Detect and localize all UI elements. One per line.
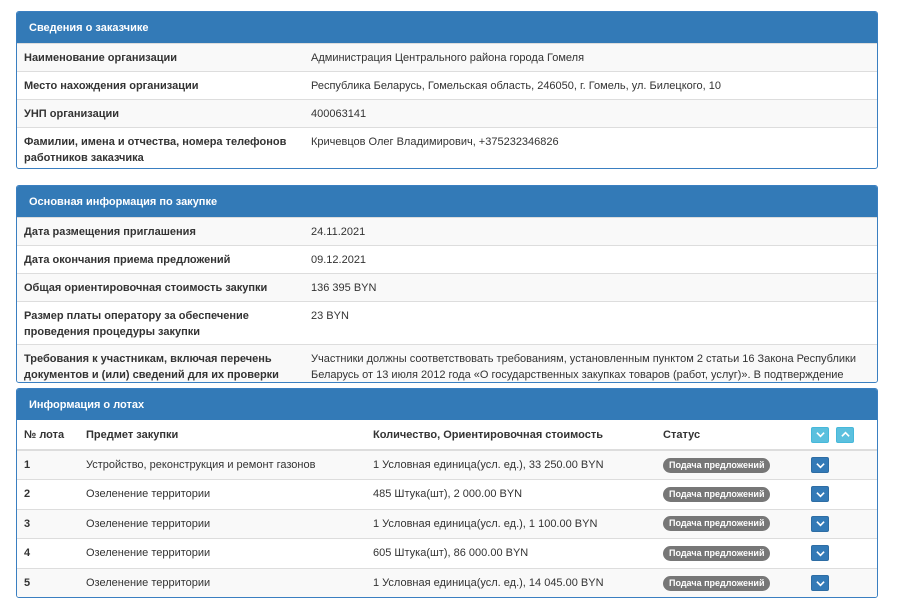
customer-row-name: Наименование организации Администрация Ц…	[17, 43, 877, 71]
chevron-down-icon	[815, 432, 825, 438]
chevron-down-icon	[815, 550, 825, 557]
lot-quantity-cost: 1 Условная единица(усл. ед.), 14 045.00 …	[366, 567, 656, 597]
customer-info-list: Наименование организации Администрация Ц…	[17, 43, 877, 168]
lots-table: № лота Предмет закупки Количество, Ориен…	[17, 420, 877, 597]
chevron-up-icon	[840, 431, 850, 437]
lot-subject: Озеленение территории	[79, 508, 366, 539]
collapse-all-button[interactable]	[836, 426, 854, 443]
lot-subject: Устройство, реконструкция и ремонт газон…	[79, 449, 366, 480]
purchase-row-requirements: Требования к участникам, включая перечен…	[17, 344, 877, 382]
row-value: Участники должны соответствовать требова…	[311, 353, 856, 381]
row-label: Наименование организации	[24, 52, 178, 64]
lot-actions	[804, 508, 877, 539]
purchase-row-operator-fee: Размер платы оператору за обеспечение пр…	[17, 301, 877, 344]
purchase-row-deadline: Дата окончания приема предложений 09.12.…	[17, 245, 877, 273]
row-value: Республика Беларусь, Гомельская область,…	[311, 80, 721, 92]
row-label: Общая ориентировочная стоимость закупки	[24, 282, 268, 294]
expand-lot-button[interactable]	[811, 515, 829, 532]
lots-table-header: № лота Предмет закупки Количество, Ориен…	[17, 420, 877, 451]
lot-quantity-cost: 1 Условная единица(усл. ед.), 1 100.00 B…	[366, 508, 656, 539]
row-label: Требования к участникам, включая перечен…	[24, 353, 279, 381]
purchase-panel-title: Основная информация по закупке	[17, 186, 877, 217]
lot-subject: Озеленение территории	[79, 567, 366, 597]
lot-status-cell: Подача предложений	[656, 538, 804, 568]
row-value: 24.11.2021	[311, 226, 366, 238]
status-badge: Подача предложений	[663, 457, 771, 473]
lot-number: 1	[17, 449, 79, 480]
lot-status-cell: Подача предложений	[656, 449, 804, 480]
header-status: Статус	[656, 420, 804, 451]
table-row: 5 Озеленение территории 1 Условная едини…	[17, 567, 877, 597]
table-row: 1 Устройство, реконструкция и ремонт газ…	[17, 449, 877, 480]
customer-panel: Сведения о заказчике Наименование органи…	[16, 11, 878, 169]
lots-panel-title: Информация о лотах	[17, 389, 877, 420]
purchase-info-list: Дата размещения приглашения 24.11.2021 Д…	[17, 217, 877, 382]
purchase-row-total-cost: Общая ориентировочная стоимость закупки …	[17, 273, 877, 301]
row-value: Кричевцов Олег Владимирович, +3752323468…	[311, 136, 559, 148]
lot-number: 3	[17, 508, 79, 539]
row-label: Фамилии, имена и отчества, номера телефо…	[24, 136, 287, 164]
expand-all-button[interactable]	[811, 426, 829, 443]
row-value: 400063141	[311, 108, 367, 120]
row-label: УНП организации	[24, 108, 120, 120]
status-badge: Подача предложений	[663, 486, 771, 502]
customer-row-contacts: Фамилии, имена и отчества, номера телефо…	[17, 127, 877, 168]
row-label: Размер платы оператору за обеспечение пр…	[24, 310, 249, 338]
row-value: Администрация Центрального района города…	[311, 52, 585, 64]
chevron-down-icon	[815, 462, 825, 468]
purchase-panel: Основная информация по закупке Дата разм…	[16, 185, 878, 383]
purchase-row-published: Дата размещения приглашения 24.11.2021	[17, 217, 877, 245]
table-row: 4 Озеленение территории 605 Штука(шт), 8…	[17, 538, 877, 568]
expand-lot-button[interactable]	[811, 575, 829, 591]
header-actions	[804, 420, 877, 451]
status-badge: Подача предложений	[663, 545, 771, 561]
lot-status-cell: Подача предложений	[656, 567, 804, 597]
row-value: 23 BYN	[311, 310, 349, 322]
expand-lot-button[interactable]	[811, 545, 829, 562]
row-label: Дата размещения приглашения	[24, 226, 196, 238]
lot-number: 4	[17, 538, 79, 568]
lot-quantity-cost: 605 Штука(шт), 86 000.00 BYN	[366, 538, 656, 568]
row-label: Место нахождения организации	[24, 80, 199, 92]
lot-quantity-cost: 1 Условная единица(усл. ед.), 33 250.00 …	[366, 449, 656, 480]
lot-actions	[804, 567, 877, 597]
header-lot-number: № лота	[17, 420, 79, 451]
lot-actions	[804, 479, 877, 509]
chevron-down-icon	[815, 491, 825, 498]
lot-actions	[804, 538, 877, 568]
lot-number: 5	[17, 567, 79, 597]
chevron-down-icon	[815, 580, 825, 586]
expand-lot-button[interactable]	[811, 457, 829, 473]
lot-number: 2	[17, 479, 79, 509]
header-quantity-cost: Количество, Ориентировочная стоимость	[366, 420, 656, 451]
status-badge: Подача предложений	[663, 516, 771, 532]
chevron-down-icon	[815, 521, 825, 527]
lots-panel: Информация о лотах № лота Предмет закупк…	[16, 388, 878, 598]
expand-lot-button[interactable]	[811, 486, 829, 503]
status-badge: Подача предложений	[663, 575, 771, 591]
lot-status-cell: Подача предложений	[656, 508, 804, 539]
lot-subject: Озеленение территории	[79, 538, 366, 568]
row-label: Дата окончания приема предложений	[24, 254, 231, 266]
lot-actions	[804, 449, 877, 480]
table-row: 2 Озеленение территории 485 Штука(шт), 2…	[17, 479, 877, 509]
lot-quantity-cost: 485 Штука(шт), 2 000.00 BYN	[366, 479, 656, 509]
row-value: 09.12.2021	[311, 254, 367, 266]
table-row: 3 Озеленение территории 1 Условная едини…	[17, 508, 877, 539]
row-value: 136 395 BYN	[311, 282, 377, 294]
header-subject: Предмет закупки	[79, 420, 366, 451]
lot-status-cell: Подача предложений	[656, 479, 804, 509]
customer-panel-title: Сведения о заказчике	[17, 12, 877, 43]
lot-subject: Озеленение территории	[79, 479, 366, 509]
customer-row-location: Место нахождения организации Республика …	[17, 71, 877, 99]
customer-row-unp: УНП организации 400063141	[17, 99, 877, 127]
